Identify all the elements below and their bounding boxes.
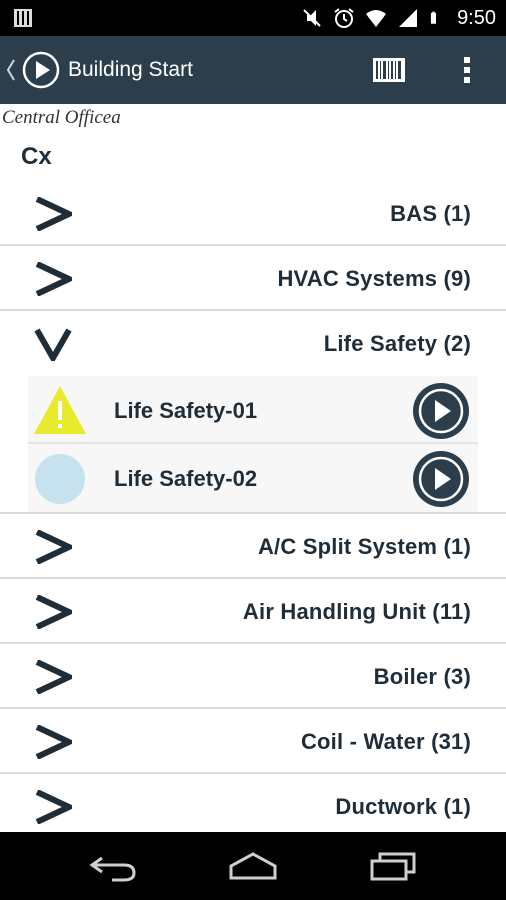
recents-icon[interactable]: [366, 850, 418, 882]
action-bar-title: Building Start: [68, 58, 193, 81]
group-row-bas[interactable]: BAS (1): [0, 181, 506, 246]
signal-icon: [399, 9, 418, 27]
status-bar: 9:50: [0, 0, 506, 36]
back-chevron-icon[interactable]: [6, 58, 16, 82]
notification-icon: [14, 9, 32, 27]
group-row-boiler[interactable]: Boiler (3): [0, 644, 506, 709]
mute-icon: [303, 9, 321, 27]
site-name: Central Officea: [2, 107, 121, 128]
clock: 9:50: [457, 6, 496, 29]
system-group-list: BAS (1) HVAC Systems (9) Life Safety (2)…: [0, 181, 506, 839]
item-label: Life Safety-02: [114, 466, 258, 491]
group-label: Air Handling Unit (11): [242, 599, 471, 624]
chevron-right-icon: [35, 660, 72, 694]
chevron-right-icon: [35, 197, 72, 231]
back-icon[interactable]: [88, 850, 140, 882]
chevron-right-icon: [35, 595, 72, 629]
chevron-down-icon: [34, 328, 72, 361]
group-row-hvac-systems[interactable]: HVAC Systems (9): [0, 246, 506, 311]
group-label: Life Safety (2): [323, 331, 471, 356]
play-button[interactable]: [412, 382, 470, 440]
group-label: HVAC Systems (9): [277, 266, 471, 291]
chevron-right-icon: [35, 262, 72, 296]
chevron-right-icon: [35, 790, 72, 824]
system-nav-bar: [0, 832, 506, 900]
group-row-ductwork[interactable]: Ductwork (1): [0, 774, 506, 839]
circle-status-icon: [35, 454, 85, 504]
chevron-right-icon: [35, 725, 72, 759]
overflow-menu-icon[interactable]: [459, 54, 475, 86]
group-row-coil-water[interactable]: Coil - Water (31): [0, 709, 506, 774]
life-safety-children: Life Safety-01 Life Safety-02: [0, 376, 506, 514]
group-label: Boiler (3): [373, 664, 471, 689]
item-label: Life Safety-01: [114, 398, 258, 423]
list-item-life-safety-02[interactable]: Life Safety-02: [28, 444, 478, 512]
group-row-life-safety[interactable]: Life Safety (2): [0, 311, 506, 376]
group-row-ac-split-system[interactable]: A/C Split System (1): [0, 514, 506, 579]
page-heading: Cx: [21, 143, 52, 170]
wifi-icon: [366, 10, 387, 27]
chevron-right-icon: [35, 530, 72, 564]
battery-icon: [430, 11, 437, 24]
action-bar: Building Start: [0, 36, 506, 104]
group-label: BAS (1): [390, 201, 471, 226]
home-icon[interactable]: [227, 850, 279, 882]
group-label: Coil - Water (31): [300, 729, 471, 754]
group-label: Ductwork (1): [335, 794, 471, 819]
list-item-life-safety-01[interactable]: Life Safety-01: [28, 376, 478, 444]
warning-icon: [34, 386, 86, 434]
alarm-icon: [334, 8, 354, 28]
group-row-air-handling-unit[interactable]: Air Handling Unit (11): [0, 579, 506, 644]
app-play-icon[interactable]: [22, 51, 60, 89]
group-label: A/C Split System (1): [257, 534, 471, 559]
play-button[interactable]: [412, 450, 470, 508]
barcode-icon[interactable]: [373, 58, 405, 82]
